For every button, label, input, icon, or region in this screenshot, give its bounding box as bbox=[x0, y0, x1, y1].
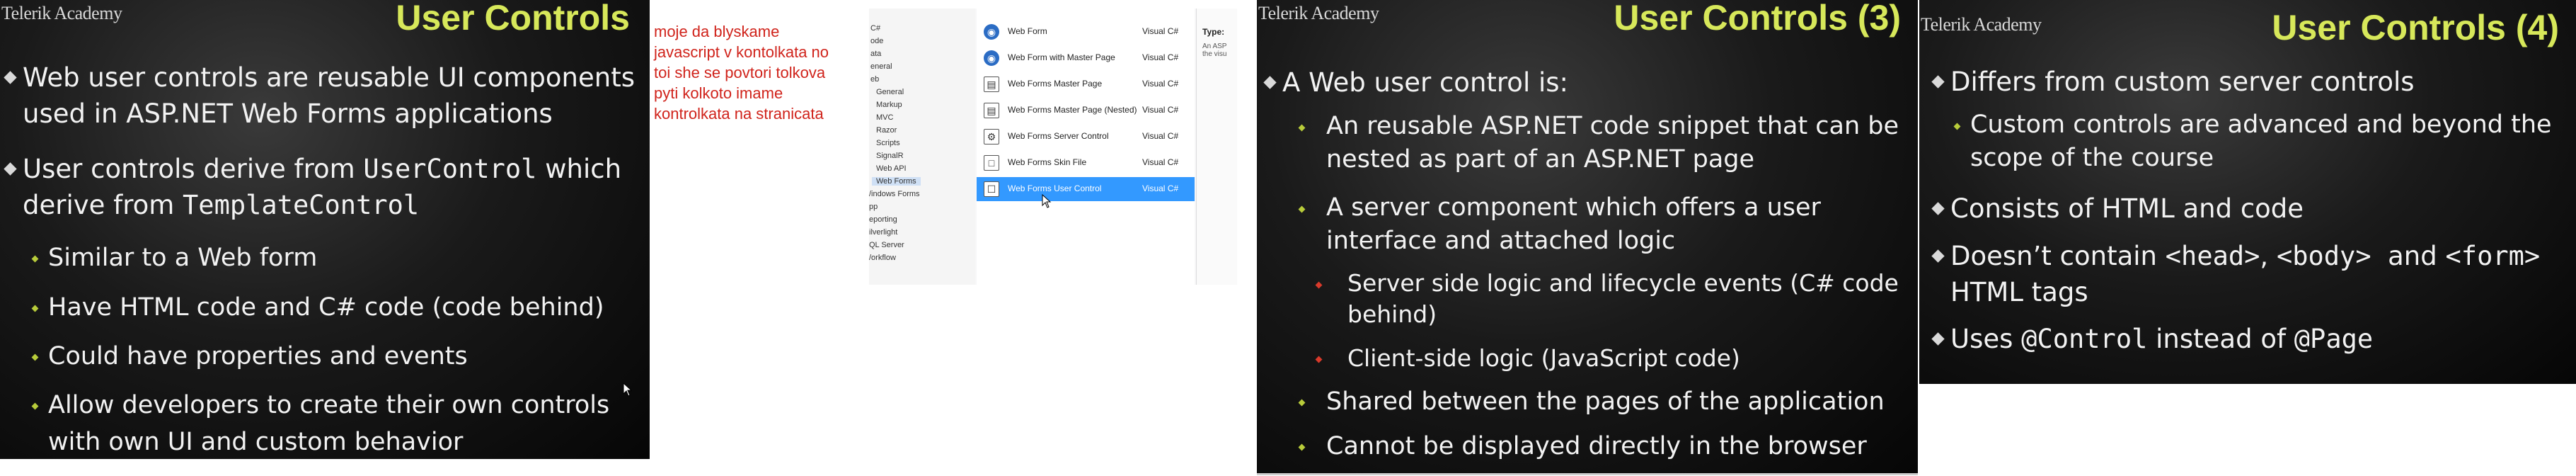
tree-item[interactable]: Markup bbox=[876, 101, 902, 109]
slide-title: User Controls (3) bbox=[1614, 0, 1901, 38]
sub-bullet-diamond bbox=[1953, 123, 1961, 130]
slide-title: User Controls (4) bbox=[2272, 8, 2559, 47]
template-description-panel: Type: An ASP the visu bbox=[1196, 8, 1237, 285]
bullet-diamond bbox=[4, 71, 17, 84]
tree-item[interactable]: ilverlight bbox=[869, 228, 897, 237]
tree-item[interactable]: ata bbox=[870, 50, 881, 58]
bullet-diamond bbox=[1931, 75, 1945, 89]
master-page-icon: ▤ bbox=[984, 76, 999, 92]
code-usercontrol: UserControl bbox=[363, 154, 537, 184]
mouse-cursor-icon bbox=[623, 382, 633, 397]
bullet-diamond bbox=[1931, 249, 1945, 263]
sub-bullet-text: A server component which offers a user i… bbox=[1326, 193, 1821, 255]
sub-bullet-diamond bbox=[31, 353, 39, 361]
template-row-user-control[interactable]: ☐ Web Forms User Control Visual C# bbox=[977, 177, 1195, 201]
type-label: Type: bbox=[1202, 27, 1225, 37]
sub-bullet-text: Similar to a Web form bbox=[48, 244, 318, 272]
bullet-text: Consists of HTML and code bbox=[1950, 193, 2304, 224]
add-new-item-dialog: C# ode ata eneral eb General Markup MVC … bbox=[869, 8, 1237, 285]
bullet-text: User controls derive from UserControl wh… bbox=[23, 154, 622, 220]
tree-item[interactable]: QL Server bbox=[869, 241, 904, 249]
sub-bullet-diamond bbox=[1298, 124, 1306, 132]
sub-sub-bullet-text: Client-side logic (JavaScript code) bbox=[1347, 344, 1740, 372]
template-row-web-form[interactable]: ◉ Web Form Visual C# bbox=[977, 20, 1195, 44]
gear-icon: ⚙ bbox=[984, 129, 999, 144]
template-row-master-page[interactable]: ▤ Web Forms Master Page Visual C# bbox=[977, 72, 1195, 96]
code-page: @Page bbox=[2294, 324, 2374, 354]
sub-bullet-text: Have HTML code and C# code (code behind) bbox=[48, 293, 604, 322]
tree-item[interactable]: pp bbox=[869, 203, 878, 211]
bullet-diamond bbox=[1931, 202, 1945, 215]
code-form: <form> bbox=[2445, 241, 2541, 271]
sub-bullet-diamond bbox=[1298, 443, 1306, 451]
sub-bullet-diamond bbox=[1298, 399, 1306, 407]
tree-item[interactable]: ode bbox=[870, 37, 883, 45]
tree-item[interactable]: SignalR bbox=[876, 152, 904, 160]
brand-logo: Telerik Academy bbox=[1258, 3, 1379, 23]
template-row-skin-file[interactable]: □ Web Forms Skin File Visual C# bbox=[977, 151, 1195, 175]
sub-sub-bullet-text: Server side logic and lifecycle events (… bbox=[1347, 269, 1899, 328]
bullet-text: Uses @Control instead of @Page bbox=[1950, 324, 2374, 354]
sub-bullet-text: Could have properties and events bbox=[48, 342, 468, 370]
brand-logo: Telerik Academy bbox=[1, 3, 122, 23]
code-head: <head> bbox=[2165, 241, 2260, 271]
slide-user-controls-3: Telerik Academy User Controls (3) A Web … bbox=[1257, 0, 1918, 475]
template-row-server-control[interactable]: ⚙ Web Forms Server Control Visual C# bbox=[977, 125, 1195, 149]
bullet-diamond bbox=[4, 162, 17, 176]
slide-user-controls-4: Telerik Academy User Controls (4) Differ… bbox=[1919, 0, 2576, 384]
sub-bullet-diamond bbox=[31, 255, 39, 263]
tree-item[interactable]: General bbox=[876, 88, 904, 96]
sub-bullet-text: Allow developers to create their own con… bbox=[48, 391, 610, 419]
bullet-text: A Web user control is: bbox=[1282, 67, 1569, 98]
tree-item[interactable]: eporting bbox=[869, 215, 897, 224]
red-note: moje da blyskame javascript v kontolkata… bbox=[654, 23, 829, 123]
tree-item[interactable]: eneral bbox=[870, 62, 892, 71]
sub-bullet-text: with own UI and custom behavior bbox=[48, 428, 464, 456]
tree-item[interactable]: /orkflow bbox=[869, 254, 896, 262]
tree-item[interactable]: Razor bbox=[876, 126, 897, 135]
slide-user-controls: Telerik Academy User Controls Web user c… bbox=[0, 0, 650, 459]
user-control-icon: ☐ bbox=[984, 181, 999, 197]
slide-title: User Controls bbox=[396, 0, 630, 38]
tree-item[interactable]: /indows Forms bbox=[869, 190, 920, 198]
tree-item[interactable]: eb bbox=[870, 75, 879, 84]
sub-sub-bullet-diamond bbox=[1315, 281, 1323, 289]
bullet-text: Doesn’t contain <head>, <body> and <form… bbox=[1950, 241, 2541, 307]
code-templatecontrol: TemplateControl bbox=[183, 190, 420, 220]
sub-bullet-text: Cannot be displayed directly in the brow… bbox=[1326, 432, 1867, 460]
type-description: An ASP the visu bbox=[1202, 42, 1227, 58]
globe-icon: ◉ bbox=[984, 24, 999, 40]
tree-item[interactable]: MVC bbox=[876, 113, 893, 122]
template-row-web-form-master[interactable]: ◉ Web Form with Master Page Visual C# bbox=[977, 46, 1195, 70]
code-body: <body> bbox=[2276, 241, 2371, 271]
template-list: ◉ Web Form Visual C# ◉ Web Form with Mas… bbox=[977, 8, 1195, 285]
bullet-diamond bbox=[1931, 332, 1945, 346]
bullet-diamond bbox=[1263, 76, 1277, 89]
file-icon: □ bbox=[984, 155, 999, 171]
sub-bullet-text: Shared between the pages of the applicat… bbox=[1326, 387, 1885, 416]
tree-item-web-forms[interactable]: Web Forms bbox=[872, 177, 921, 186]
tree-item[interactable]: Web API bbox=[876, 164, 907, 173]
bullet-text: Web user controls are reusable UI compon… bbox=[23, 62, 635, 129]
tree-item[interactable]: C# bbox=[870, 24, 880, 33]
master-page-icon: ▤ bbox=[984, 103, 999, 118]
sub-bullet-text: An reusable ASP.NET code snippet that ca… bbox=[1326, 112, 1899, 174]
template-tree: C# ode ata eneral eb General Markup MVC … bbox=[869, 8, 975, 285]
sub-bullet-diamond bbox=[31, 402, 39, 410]
sub-sub-bullet-diamond bbox=[1315, 356, 1323, 363]
mouse-cursor-icon bbox=[1042, 194, 1052, 208]
sub-bullet-text: Custom controls are advanced and beyond … bbox=[1970, 110, 2552, 172]
brand-logo: Telerik Academy bbox=[1921, 14, 2042, 35]
globe-icon: ◉ bbox=[984, 50, 999, 66]
bullet-text: Differs from custom server controls bbox=[1950, 67, 2415, 97]
sub-bullet-diamond bbox=[1298, 205, 1306, 213]
sub-bullet-diamond bbox=[31, 305, 39, 312]
template-row-master-page-nested[interactable]: ▤ Web Forms Master Page (Nested) Visual … bbox=[977, 98, 1195, 123]
tree-item[interactable]: Scripts bbox=[876, 139, 900, 147]
code-control: @Control bbox=[2021, 324, 2148, 354]
